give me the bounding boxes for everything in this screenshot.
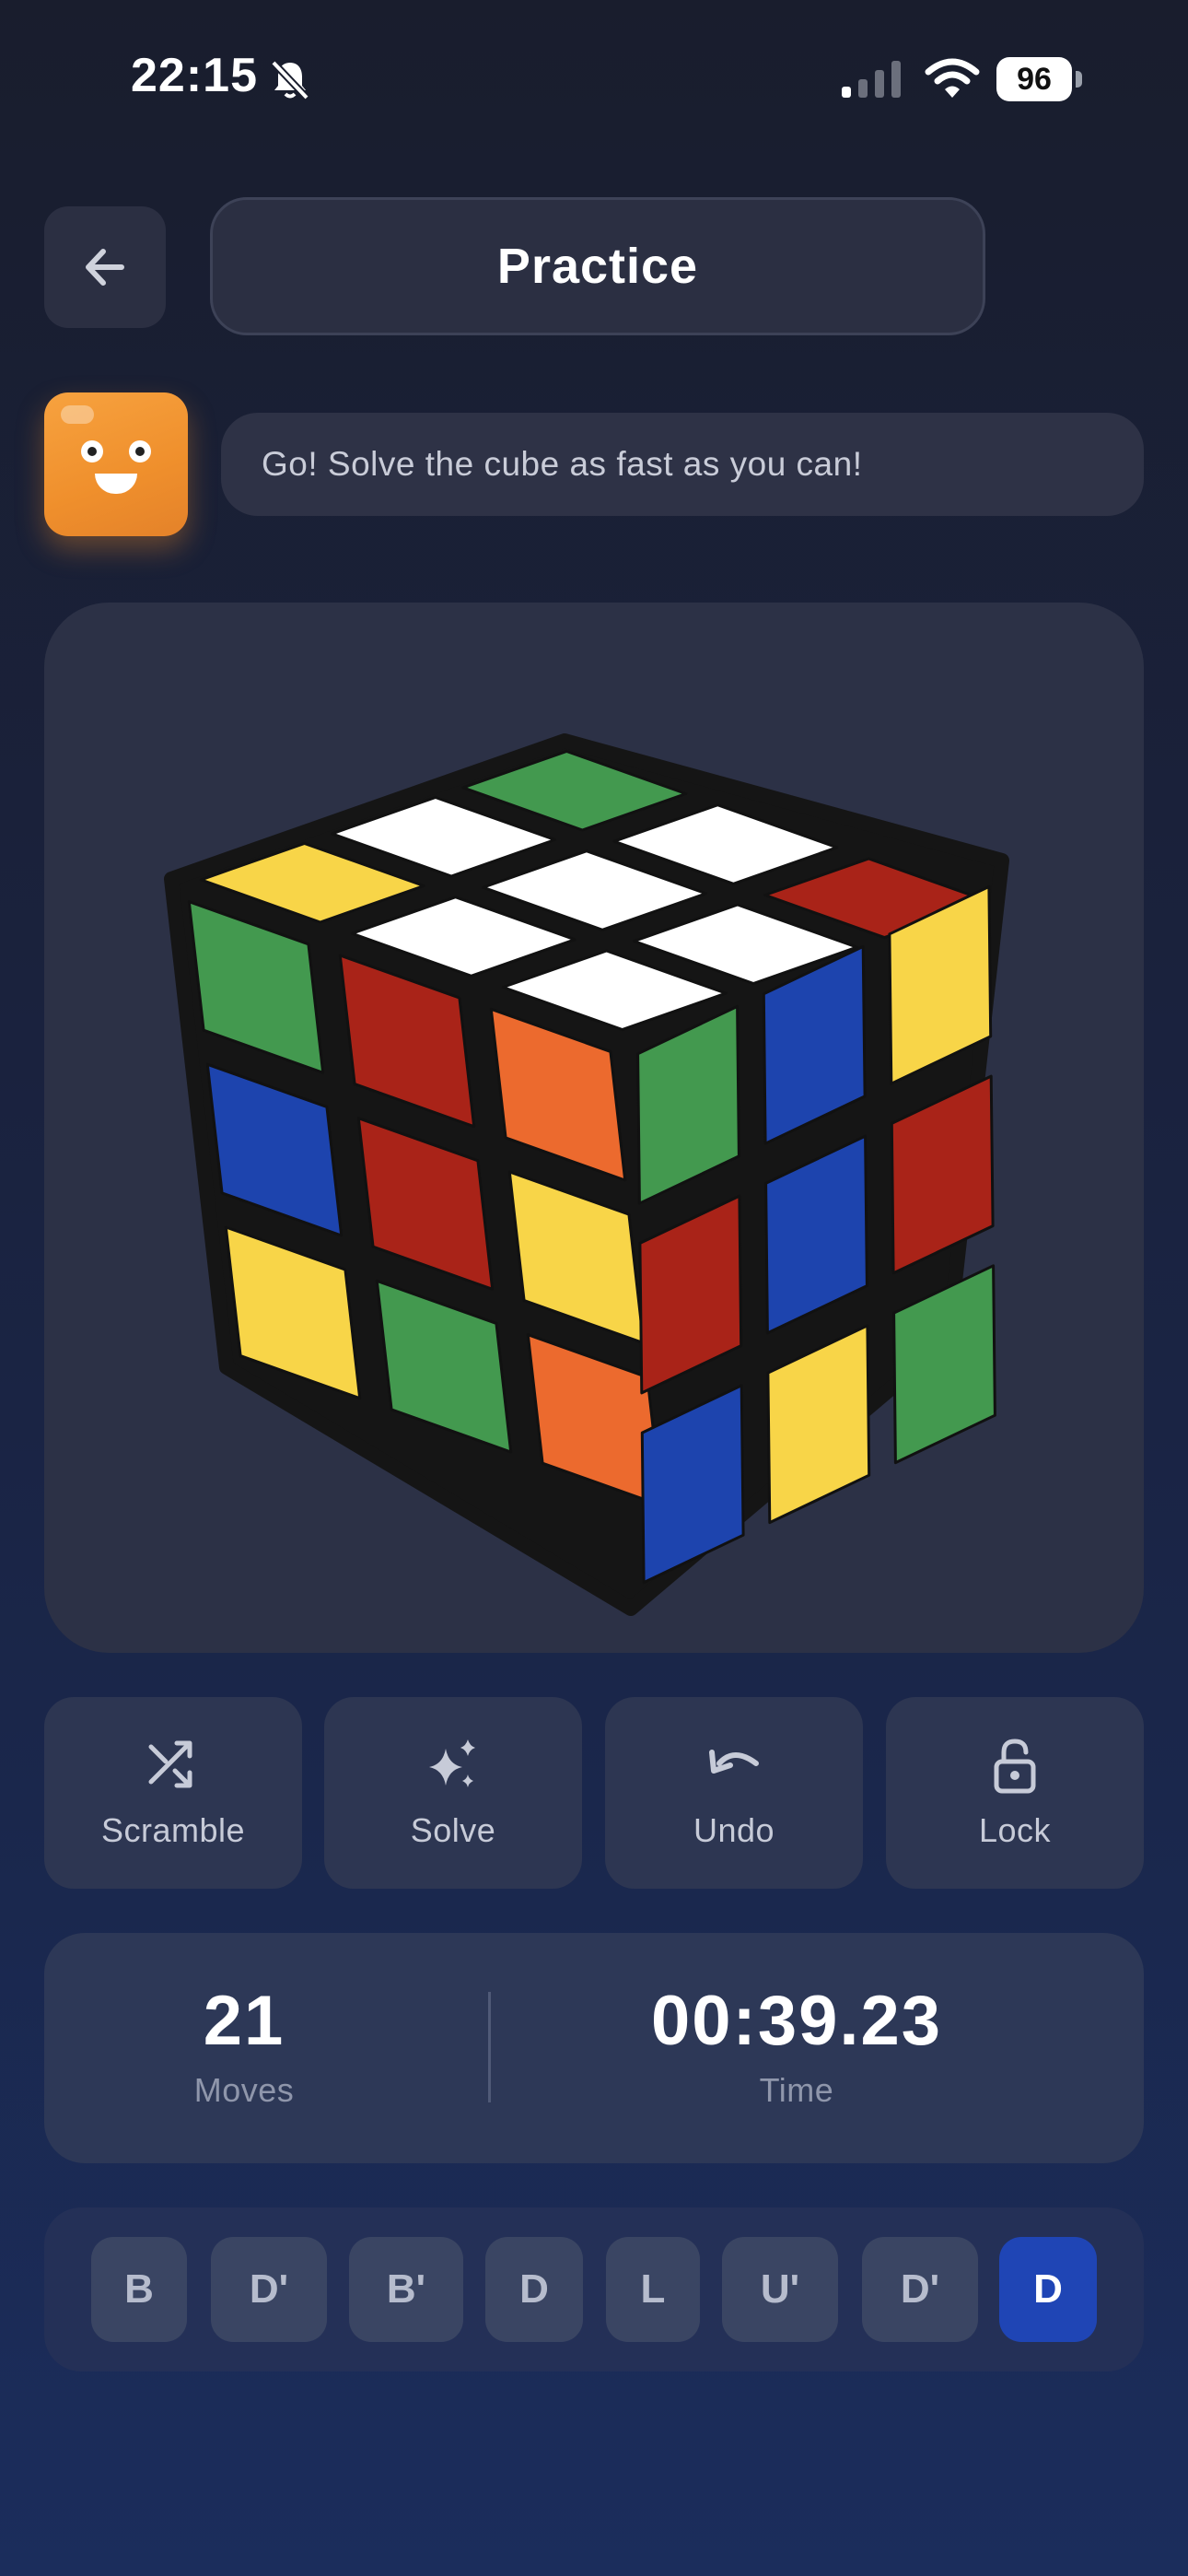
- mascot-avatar: [44, 392, 188, 536]
- sparkles-icon: [429, 1739, 475, 1787]
- battery-level: 96: [996, 57, 1072, 101]
- stats-divider: [488, 1992, 491, 2102]
- solve-label: Solve: [410, 1811, 496, 1849]
- move-chip[interactable]: D': [211, 2237, 327, 2342]
- status-time: 22:15: [131, 49, 258, 102]
- moves-value: 21: [203, 1982, 285, 2060]
- move-chip[interactable]: U': [722, 2237, 838, 2342]
- time-value: 00:39.23: [650, 1982, 943, 2060]
- solve-button[interactable]: Solve: [324, 1697, 582, 1889]
- undo-button[interactable]: Undo: [605, 1697, 863, 1889]
- scramble-label: Scramble: [100, 1811, 246, 1849]
- move-chip[interactable]: B: [91, 2237, 187, 2342]
- shuffle-icon: [148, 1740, 192, 1788]
- cube-view[interactable]: [44, 603, 1144, 1653]
- lock-label: Lock: [978, 1811, 1052, 1849]
- move-chip[interactable]: D': [862, 2237, 978, 2342]
- back-button[interactable]: [44, 206, 166, 328]
- move-chip[interactable]: L: [606, 2237, 700, 2342]
- undo-icon: [709, 1750, 759, 1774]
- wifi-icon: [925, 58, 980, 98]
- stats-panel: 21 Moves 00:39.23 Time: [44, 1933, 1144, 2163]
- scramble-button[interactable]: Scramble: [44, 1697, 302, 1889]
- mascot-message: Go! Solve the cube as fast as you can!: [221, 413, 1144, 516]
- move-history: B D' B' D L U' D' D: [44, 2207, 1144, 2371]
- rubiks-cube[interactable]: [44, 603, 1144, 1653]
- bell-muted-icon: [271, 60, 309, 100]
- move-chip[interactable]: D: [485, 2237, 583, 2342]
- lock-button[interactable]: Lock: [886, 1697, 1144, 1889]
- arrow-left-icon: [86, 249, 124, 286]
- moves-label: Moves: [193, 2071, 295, 2109]
- lock-open-icon: [994, 1739, 1036, 1794]
- page-title: Practice: [210, 197, 985, 335]
- undo-label: Undo: [693, 1811, 775, 1849]
- move-chip[interactable]: B': [349, 2237, 463, 2342]
- battery-indicator: 96: [996, 57, 1083, 101]
- signal-icon: [842, 61, 901, 98]
- time-label: Time: [759, 2071, 834, 2109]
- move-chip[interactable]: D: [999, 2237, 1097, 2342]
